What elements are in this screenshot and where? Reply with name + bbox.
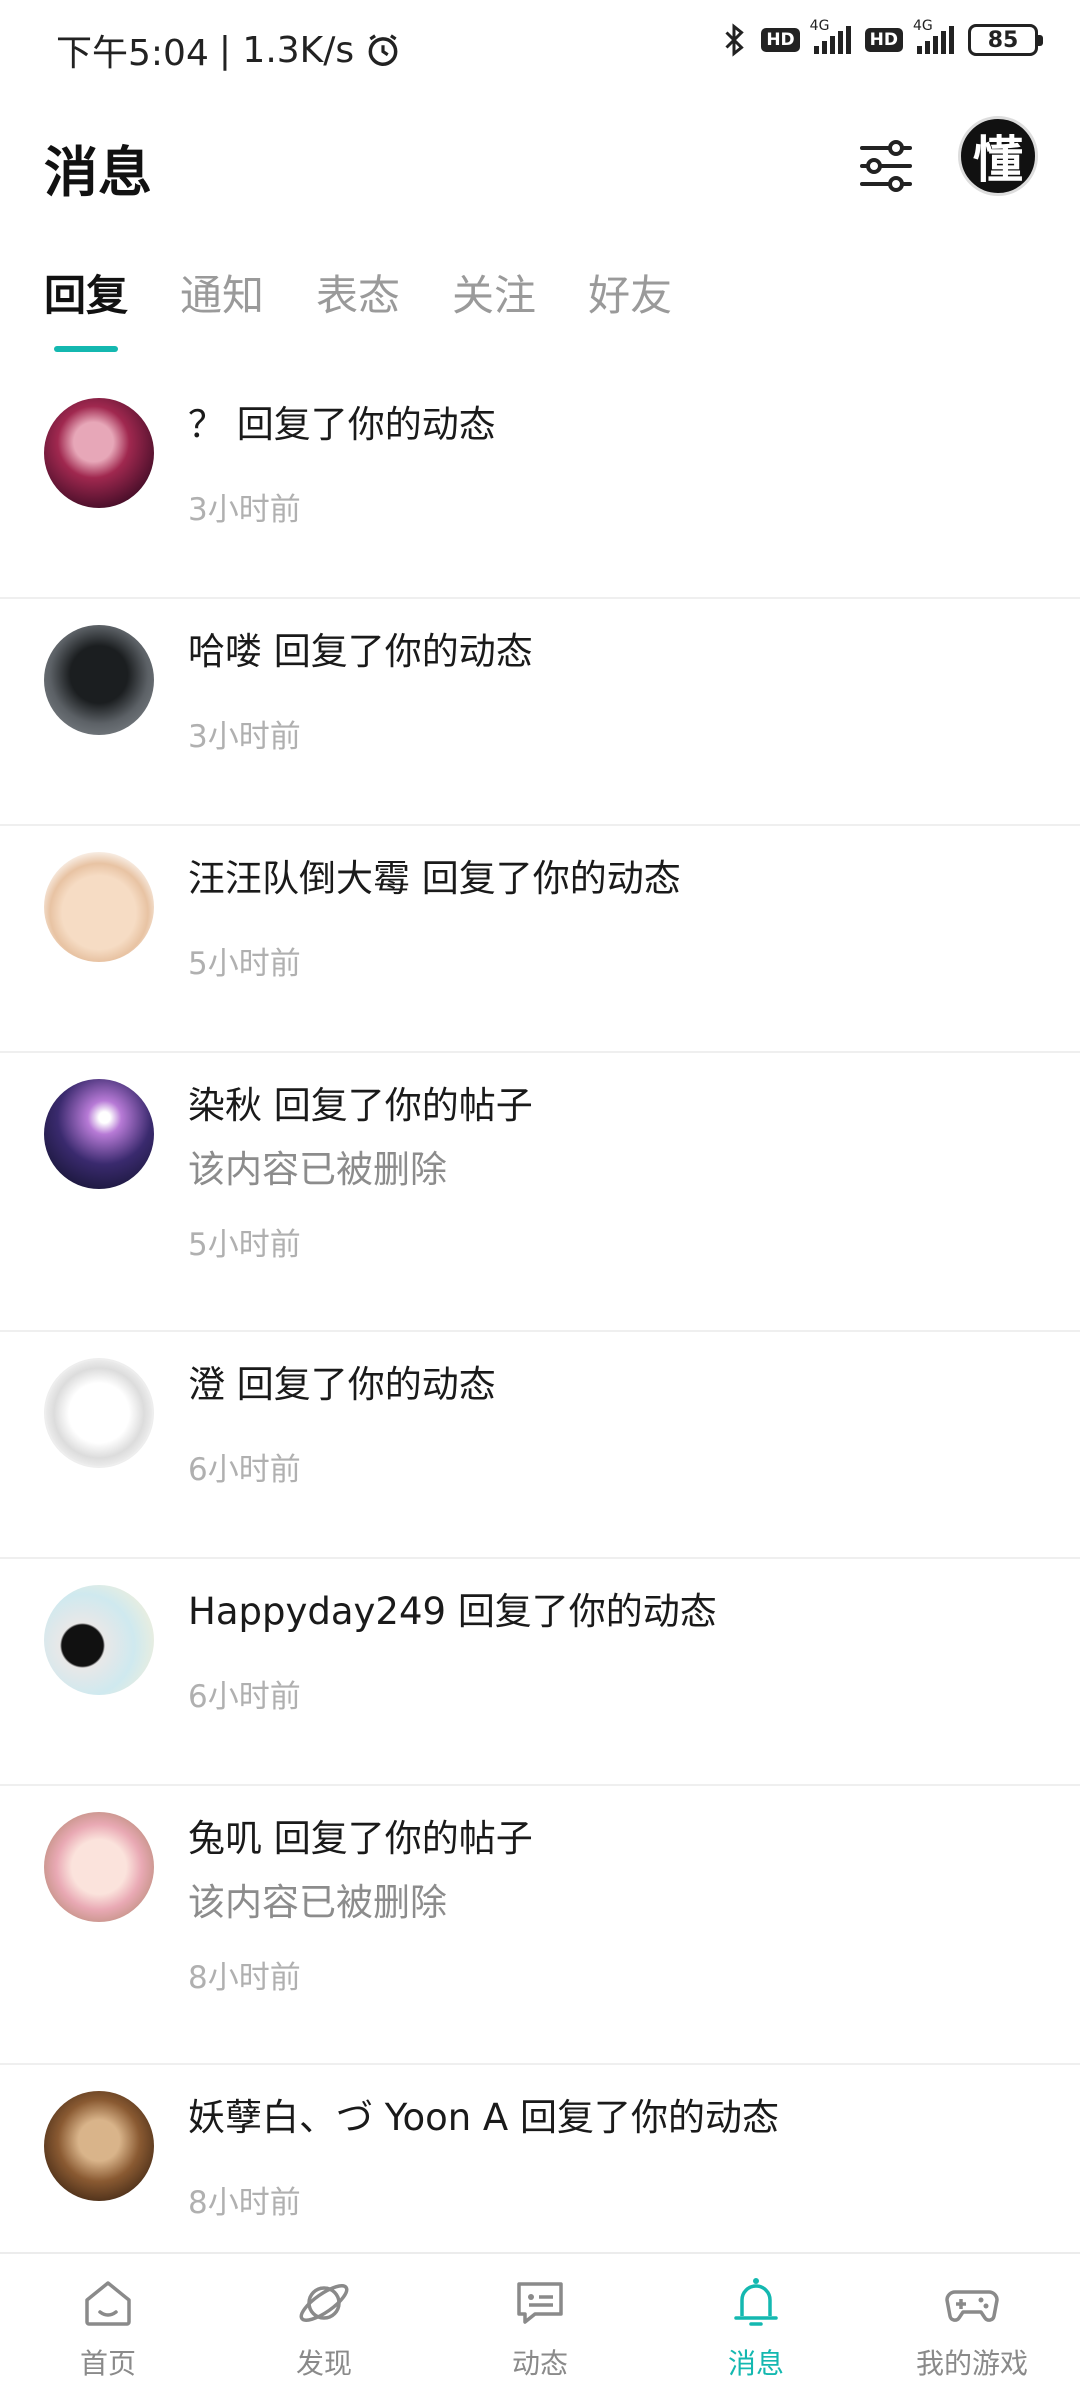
sender-name[interactable]: 澄: [188, 1363, 225, 1406]
signal-icon: 4G: [810, 18, 851, 54]
signal-icon-2: 4G: [913, 18, 954, 54]
action-text: 回复了你的动态: [236, 403, 496, 446]
tab-follow[interactable]: 关注: [452, 262, 536, 352]
deleted-notice: 该内容已被删除: [188, 1148, 447, 1191]
deleted-notice: 该内容已被删除: [188, 1881, 447, 1924]
chat-icon: [517, 2282, 563, 2324]
list-item[interactable]: 染秋 回复了你的帖子 该内容已被删除 5小时前: [0, 1053, 1080, 1332]
bottom-nav: 首页 发现 动态 消息 我的游戏: [0, 2252, 1080, 2400]
planet-icon: [299, 2284, 349, 2322]
messages-page: 下午5:04 | 1.3K/s HD 4G HD 4G 85 消息 懂 回复 通…: [0, 0, 1080, 2400]
page-title: 消息: [44, 141, 152, 204]
action-text: 回复了你的帖子: [273, 1084, 533, 1127]
status-time: 下午5:04: [56, 33, 209, 74]
battery-icon: 85: [968, 24, 1043, 56]
message-list: ？ 回复了你的动态 3小时前 哈喽 回复了你的动态 3小时前 汪汪队倒大霉 回复…: [0, 372, 1080, 2292]
timestamp: 5小时前: [188, 946, 301, 982]
nav-label: 首页: [79, 2347, 136, 2380]
timestamp: 8小时前: [188, 1960, 301, 1996]
my-avatar[interactable]: 懂: [958, 116, 1038, 196]
home-icon: [85, 2281, 131, 2326]
tab-reaction[interactable]: 表态: [316, 262, 400, 352]
action-text: 回复了你的动态: [457, 1590, 717, 1633]
sender-name[interactable]: ？: [188, 403, 225, 446]
list-item[interactable]: ？ 回复了你的动态 3小时前: [0, 372, 1080, 599]
sender-name[interactable]: 妖孽白、づ Yoon A: [188, 2096, 508, 2139]
hd-badge-2: HD: [864, 28, 903, 52]
bell-icon: [734, 2278, 778, 2326]
tab-reply[interactable]: 回复: [44, 262, 128, 352]
sender-name[interactable]: 汪汪队倒大霉: [188, 857, 410, 900]
status-bar: 下午5:04 | 1.3K/s HD 4G HD 4G 85: [0, 0, 1080, 96]
hd-badge: HD: [761, 28, 800, 52]
status-right: HD 4G HD 4G 85: [721, 18, 1043, 58]
timestamp: 5小时前: [188, 1227, 301, 1263]
gamepad-icon: [945, 2290, 999, 2322]
nav-label: 消息: [727, 2347, 784, 2380]
filter-button[interactable]: [850, 130, 922, 202]
nav-my-games[interactable]: 我的游戏: [864, 2254, 1080, 2400]
sender-name[interactable]: 兔叽: [188, 1817, 262, 1860]
tab-friends[interactable]: 好友: [588, 262, 672, 352]
timestamp: 3小时前: [188, 719, 301, 755]
battery-level: 85: [987, 27, 1019, 53]
nav-home[interactable]: 首页: [0, 2254, 216, 2400]
bluetooth-icon: [725, 23, 745, 57]
action-text: 回复了你的动态: [421, 857, 681, 900]
action-text: 回复了你的动态: [273, 630, 533, 673]
page-header: 消息 懂: [0, 110, 1080, 230]
sender-name[interactable]: Happyday249: [188, 1590, 446, 1633]
nav-feed[interactable]: 动态: [432, 2254, 648, 2400]
nav-label: 动态: [511, 2347, 568, 2380]
status-left: 下午5:04 | 1.3K/s: [56, 24, 402, 76]
sender-name[interactable]: 哈喽: [188, 630, 262, 673]
nav-messages[interactable]: 消息: [648, 2254, 864, 2400]
action-text: 回复了你的动态: [520, 2096, 780, 2139]
tab-notice[interactable]: 通知: [180, 262, 264, 352]
action-text: 回复了你的动态: [236, 1363, 496, 1406]
network-type-2: 4G: [913, 18, 933, 34]
network-type: 4G: [809, 18, 830, 34]
list-item[interactable]: 汪汪队倒大霉 回复了你的动态 5小时前: [0, 826, 1080, 1053]
nav-label: 发现: [295, 2347, 352, 2380]
list-item[interactable]: 哈喽 回复了你的动态 3小时前: [0, 599, 1080, 826]
message-tabs: 回复 通知 表态 关注 好友: [44, 262, 724, 352]
timestamp: 6小时前: [188, 1452, 301, 1488]
timestamp: 6小时前: [188, 1679, 301, 1715]
status-speed: | 1.3K/s: [218, 29, 355, 71]
alarm-icon: [368, 34, 398, 66]
timestamp: 3小时前: [188, 492, 301, 528]
nav-label: 我的游戏: [915, 2347, 1028, 2380]
timestamp: 8小时前: [188, 2185, 301, 2221]
sender-name[interactable]: 染秋: [188, 1084, 262, 1127]
list-item[interactable]: Happyday249 回复了你的动态 6小时前: [0, 1559, 1080, 1786]
action-text: 回复了你的帖子: [273, 1817, 533, 1860]
list-item[interactable]: 澄 回复了你的动态 6小时前: [0, 1332, 1080, 1559]
sliders-icon: [860, 140, 912, 192]
list-item[interactable]: 兔叽 回复了你的帖子 该内容已被删除 8小时前: [0, 1786, 1080, 2065]
nav-discover[interactable]: 发现: [216, 2254, 432, 2400]
